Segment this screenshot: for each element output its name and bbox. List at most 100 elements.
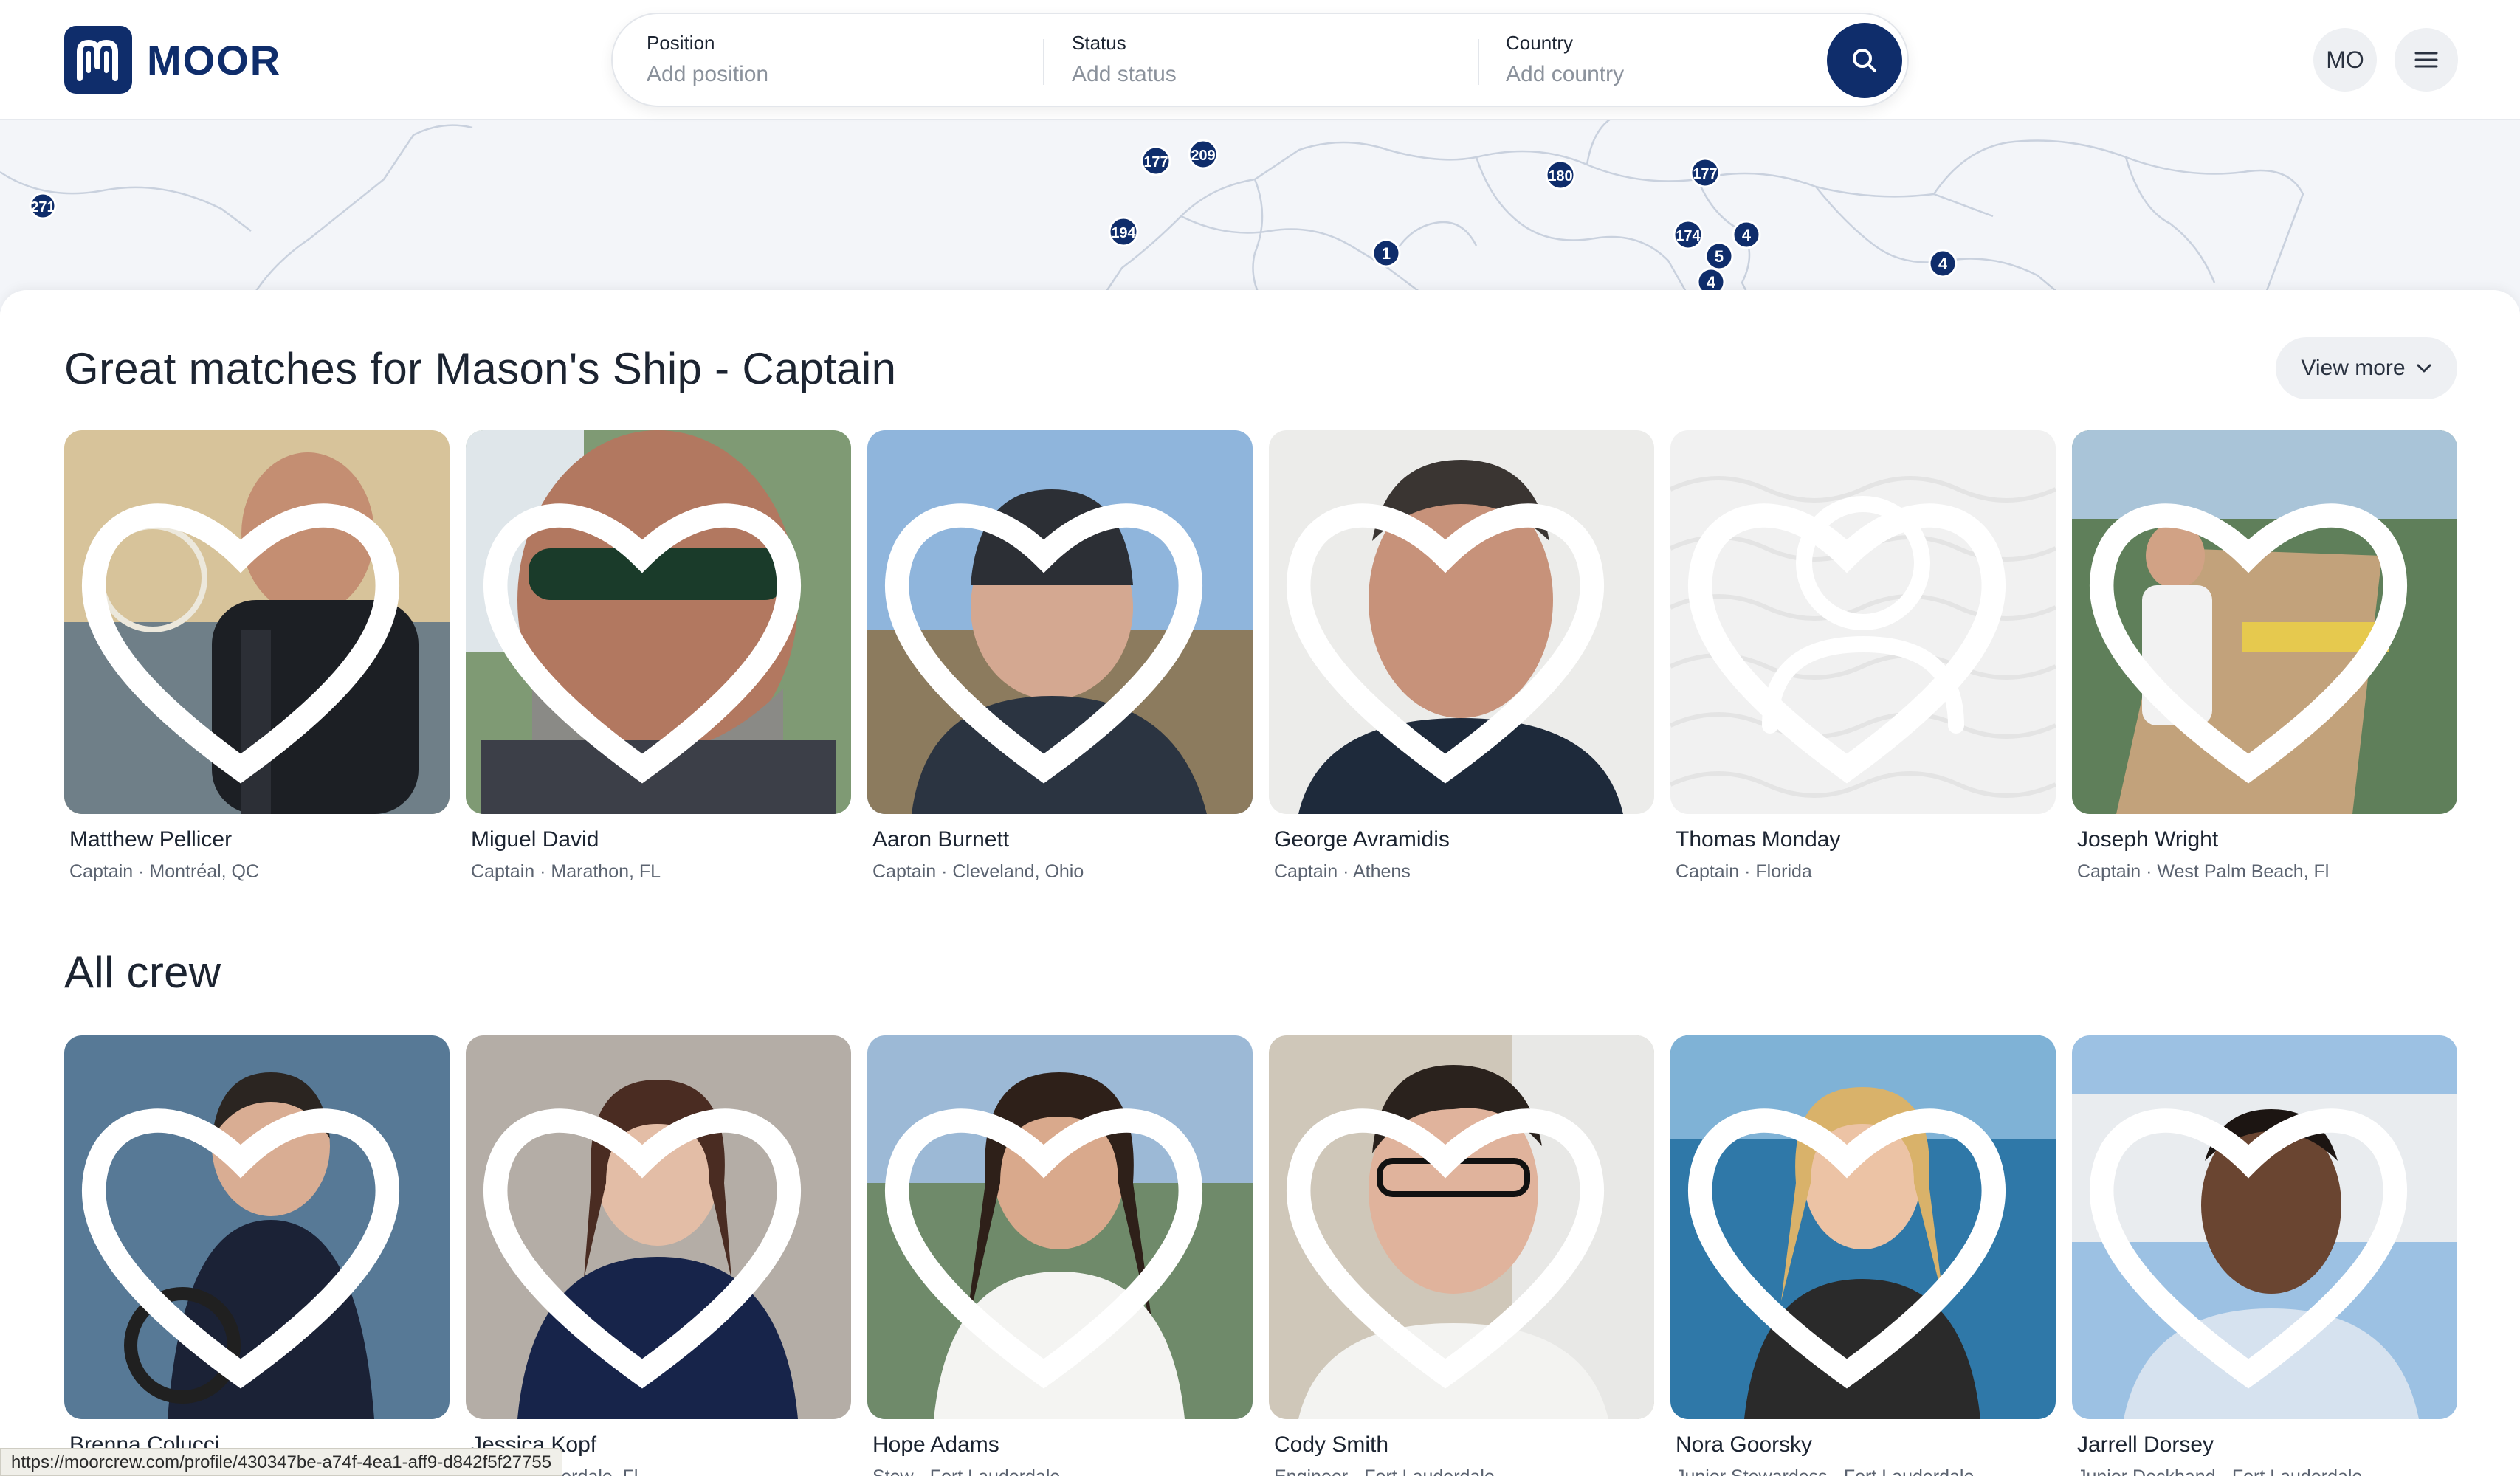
- crew-card[interactable]: Cody Smith Engineer · Fort Lauderdale: [1269, 1035, 1654, 1476]
- favorite-heart-icon[interactable]: [1269, 446, 1638, 814]
- crew-name: Matthew Pellicer: [69, 827, 233, 852]
- status-label: Status: [1072, 32, 1126, 54]
- crew-meta: Captain · Cleveland, Ohio: [872, 861, 1084, 882]
- favorite-heart-icon[interactable]: [1269, 1052, 1638, 1419]
- crew-card[interactable]: Matthew Pellicer Captain · Montréal, QC: [64, 430, 450, 883]
- brand-logo[interactable]: MOOR: [64, 26, 281, 94]
- crew-meta: Engineer · Fort Lauderdale: [1269, 1466, 1654, 1476]
- favorite-heart-icon[interactable]: [1670, 446, 2039, 814]
- crew-meta: Stew · Fort Lauderdale: [867, 1466, 1253, 1476]
- map-markers: 271 177 209 194 1 180 177 174 4 5 4 4: [29, 139, 1958, 297]
- view-more-button[interactable]: View more: [2276, 337, 2457, 399]
- profile-photo: [64, 1035, 450, 1419]
- crew-name: Miguel David: [471, 827, 599, 852]
- profile-photo: [2072, 1035, 2457, 1419]
- country-field[interactable]: Country: [1506, 32, 1801, 91]
- position-field[interactable]: Position: [647, 32, 1001, 91]
- profile-photo: [867, 1035, 1253, 1419]
- results-panel: Great matches for Mason's Ship - Captain…: [0, 290, 2520, 1476]
- profile-photo: [64, 430, 450, 814]
- crew-meta: Junior Deckhand · Fort Lauderdale: [2072, 1466, 2457, 1476]
- crew-name: Joseph Wright: [2077, 827, 2219, 852]
- crew-card[interactable]: Brenna Colucci: [64, 1035, 450, 1476]
- svg-text:180: 180: [1548, 168, 1572, 184]
- favorite-heart-icon[interactable]: [867, 446, 1236, 814]
- position-input[interactable]: [647, 62, 1001, 87]
- svg-text:177: 177: [1693, 166, 1717, 182]
- crew-card[interactable]: Thomas Monday Captain · Florida: [1670, 430, 2056, 883]
- favorite-heart-icon[interactable]: [64, 446, 433, 814]
- view-more-label: View more: [2301, 356, 2406, 380]
- svg-text:194: 194: [1111, 225, 1136, 241]
- all-crew-title: All crew: [64, 948, 221, 997]
- crew-card[interactable]: Hope Adams Stew · Fort Lauderdale: [867, 1035, 1253, 1476]
- svg-text:271: 271: [30, 199, 55, 215]
- favorite-heart-icon[interactable]: [466, 446, 835, 814]
- status-input[interactable]: [1072, 62, 1426, 87]
- svg-text:209: 209: [1191, 148, 1215, 164]
- profile-photo: [1269, 430, 1654, 814]
- svg-text:174: 174: [1676, 228, 1701, 244]
- favorite-heart-icon[interactable]: [1670, 1052, 2039, 1419]
- matches-title: Great matches for Mason's Ship - Captain: [64, 344, 897, 393]
- crew-card[interactable]: Joseph Wright Captain · West Palm Beach,…: [2072, 430, 2457, 883]
- crew-card[interactable]: George Avramidis Captain · Athens: [1269, 430, 1654, 883]
- crew-name: Hope Adams: [872, 1432, 999, 1457]
- all-crew-row: Brenna Colucci Jessica Kopf · Fort Laude…: [64, 1035, 2457, 1476]
- search-bar: Position Status Country: [611, 13, 1909, 107]
- crew-meta: Captain · Florida: [1676, 861, 1812, 882]
- crew-card[interactable]: Jarrell Dorsey Junior Deckhand · Fort La…: [2072, 1035, 2457, 1476]
- world-map-outline: 271 177 209 194 1 180 177 174 4 5 4 4: [0, 120, 2304, 312]
- matches-row: Matthew Pellicer Captain · Montréal, QC …: [64, 430, 2457, 883]
- profile-photo: [1670, 1035, 2056, 1419]
- favorite-heart-icon[interactable]: [64, 1052, 433, 1419]
- favorite-heart-icon[interactable]: [2072, 1052, 2441, 1419]
- crew-name: Jarrell Dorsey: [2077, 1432, 2214, 1457]
- chevron-down-icon: [2417, 364, 2431, 373]
- profile-photo: [867, 430, 1253, 814]
- profile-photo: [2072, 430, 2457, 814]
- crew-card[interactable]: Nora Goorsky Junior Stewardess · Fort La…: [1670, 1035, 2056, 1476]
- crew-name: Cody Smith: [1274, 1432, 1389, 1457]
- profile-photo: [466, 1035, 851, 1419]
- hamburger-menu-icon: [2414, 52, 2438, 68]
- crew-name: Thomas Monday: [1676, 827, 1841, 852]
- svg-text:4: 4: [1707, 273, 1716, 292]
- crew-card[interactable]: Miguel David Captain · Marathon, FL: [466, 430, 851, 883]
- top-header: MOOR Position Status Country MO: [0, 0, 2520, 120]
- brand-name: MOOR: [147, 36, 282, 83]
- svg-text:177: 177: [1143, 154, 1168, 170]
- favorite-heart-icon[interactable]: [2072, 446, 2441, 814]
- crew-meta: Junior Stewardess · Fort Lauderdale: [1670, 1466, 2056, 1476]
- svg-text:4: 4: [1742, 226, 1752, 244]
- position-label: Position: [647, 32, 715, 54]
- svg-text:1: 1: [1382, 244, 1391, 263]
- crew-meta: Captain · Marathon, FL: [471, 861, 661, 882]
- menu-button[interactable]: [2395, 28, 2458, 92]
- user-avatar[interactable]: MO: [2313, 28, 2377, 92]
- crew-map[interactable]: 271 177 209 194 1 180 177 174 4 5 4 4: [0, 120, 2520, 312]
- favorite-heart-icon[interactable]: [466, 1052, 835, 1419]
- crew-name: George Avramidis: [1274, 827, 1450, 852]
- crew-name: Aaron Burnett: [872, 827, 1010, 852]
- profile-photo: [466, 430, 851, 814]
- crew-card[interactable]: Jessica Kopf · Fort Lauderdale, Fl: [466, 1035, 851, 1476]
- crew-meta: Captain · Athens: [1274, 861, 1411, 882]
- crew-meta: Captain · Montréal, QC: [69, 861, 260, 882]
- svg-text:4: 4: [1938, 255, 1948, 273]
- link-status-bar: https://moorcrew.com/profile/430347be-a7…: [0, 1448, 563, 1476]
- search-divider: [1043, 39, 1044, 85]
- moor-logo-icon: [64, 26, 132, 94]
- profile-photo: [1269, 1035, 1654, 1419]
- favorite-heart-icon[interactable]: [867, 1052, 1236, 1419]
- crew-card[interactable]: Aaron Burnett Captain · Cleveland, Ohio: [867, 430, 1253, 883]
- status-field[interactable]: Status: [1072, 32, 1426, 91]
- country-input[interactable]: [1506, 62, 1801, 87]
- search-divider: [1478, 39, 1479, 85]
- crew-meta: Captain · West Palm Beach, Fl: [2077, 861, 2330, 882]
- profile-photo-placeholder: [1670, 430, 2056, 814]
- country-label: Country: [1506, 32, 1574, 54]
- svg-text:5: 5: [1715, 247, 1724, 266]
- search-icon: [1853, 49, 1876, 72]
- search-button[interactable]: [1827, 23, 1902, 98]
